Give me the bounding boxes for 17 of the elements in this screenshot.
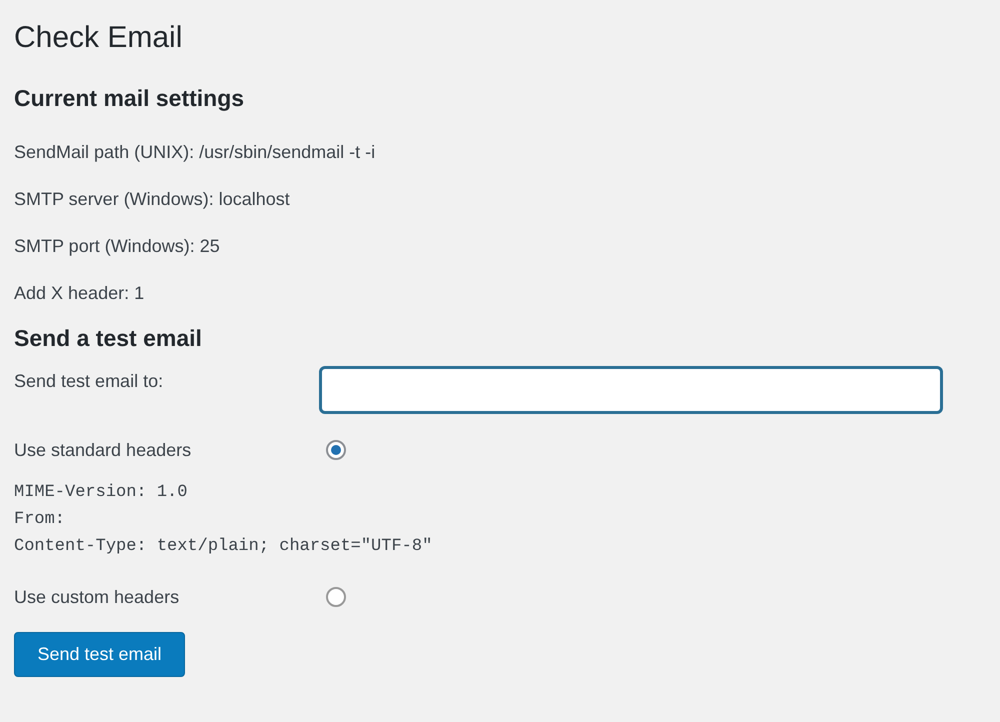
header-text: From: xyxy=(14,509,66,531)
setting-text: SMTP port (Windows): 25 xyxy=(14,235,221,257)
radio-button[interactable] xyxy=(326,587,346,607)
setting-text: SendMail path (UNIX): /usr/sbin/sendmail -t -i xyxy=(14,141,376,163)
header-text: MIME-Version: 1.0 xyxy=(14,482,188,504)
field-label: Send test email to: xyxy=(14,371,164,392)
send-button[interactable]: Send test email xyxy=(14,632,185,677)
section-heading: Send a test email xyxy=(14,324,203,353)
header-text: Content-Type: text/plain; charset="UTF-8" xyxy=(14,536,434,558)
option-label: Use custom headers xyxy=(14,586,180,608)
option-label: Use standard headers xyxy=(14,440,192,460)
radio-button[interactable] xyxy=(326,440,346,460)
section-heading: Current mail settings xyxy=(14,84,246,113)
page-title: Check Email xyxy=(14,20,184,56)
email-input-field[interactable] xyxy=(320,367,942,413)
setting-text: Add X header: 1 xyxy=(14,282,146,304)
setting-text: SMTP server (Windows): localhost xyxy=(14,188,291,210)
